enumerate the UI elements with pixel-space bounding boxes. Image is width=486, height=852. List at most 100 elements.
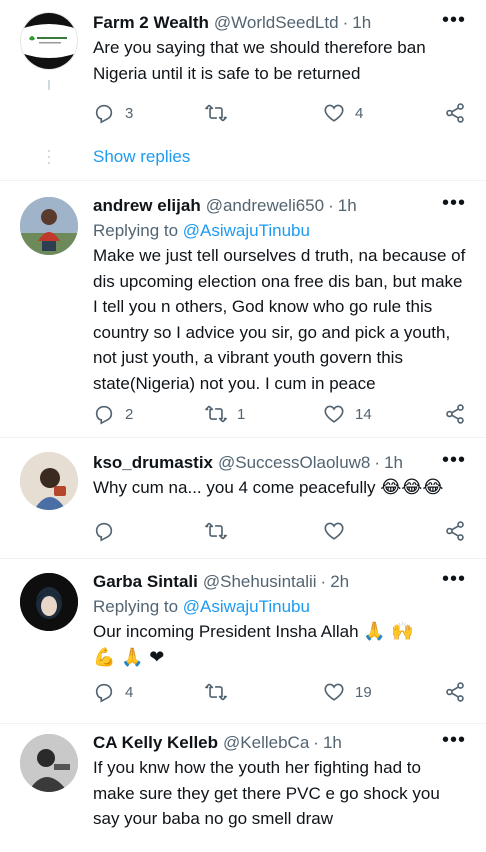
thread-line xyxy=(48,80,50,90)
like-button[interactable]: 4 xyxy=(323,102,363,124)
tweet-2[interactable]: andrew elijah @andreweli650 · 1h ••• Rep… xyxy=(0,181,486,438)
retweet-icon xyxy=(205,522,227,540)
share-button[interactable] xyxy=(444,403,466,425)
reply-button[interactable]: 4 xyxy=(93,681,133,703)
tweet-text-block: Our incoming President Insha Allah 🙏 🙌 💪… xyxy=(93,619,433,670)
show-replies-link[interactable]: Show replies xyxy=(93,147,190,167)
more-options-icon[interactable]: ••• xyxy=(442,10,466,30)
tweet-actions xyxy=(93,520,466,544)
user-handle[interactable]: @WorldSeedLtd xyxy=(214,12,339,34)
tweet-header: kso_drumastix @SuccessOlaoluw8 · 1h xyxy=(93,452,466,474)
share-icon xyxy=(446,404,464,424)
share-icon xyxy=(446,521,464,541)
heart-icon xyxy=(324,104,344,122)
display-name[interactable]: kso_drumastix xyxy=(93,452,213,474)
thread-dots xyxy=(48,150,50,152)
like-button[interactable]: 14 xyxy=(323,403,372,425)
tweet-5[interactable]: CA Kelly Kelleb @KellebCa · 1h ••• If yo… xyxy=(0,724,486,852)
farm2wealth-logo xyxy=(21,13,77,69)
share-button[interactable] xyxy=(444,681,466,703)
share-icon xyxy=(446,103,464,123)
like-count: 14 xyxy=(355,405,372,423)
replying-to-label: Replying to xyxy=(93,597,183,616)
tweet-header: andrew elijah @andreweli650 · 1h xyxy=(93,195,466,217)
separator: · xyxy=(342,13,349,32)
user-handle[interactable]: @Shehusintalii xyxy=(203,571,317,593)
tweet-3[interactable]: kso_drumastix @SuccessOlaoluw8 · 1h ••• … xyxy=(0,438,486,559)
mention-link[interactable]: @AsiwajuTinubu xyxy=(183,221,310,240)
like-count: 4 xyxy=(355,104,364,122)
replying-to-label: Replying to xyxy=(93,221,183,240)
user-handle[interactable]: @andreweli650 xyxy=(206,195,324,217)
tweet-1[interactable]: Farm 2 Wealth @WorldSeedLtd · 1h ••• Are… xyxy=(0,0,486,181)
share-button[interactable] xyxy=(444,102,466,124)
tweet-actions: 3 4 xyxy=(93,102,466,126)
timestamp[interactable]: 1h xyxy=(323,732,342,754)
heart-icon xyxy=(324,522,344,540)
tweet-header: Garba Sintali @Shehusintalii · 2h xyxy=(93,571,466,593)
avatar-photo xyxy=(20,452,78,510)
more-options-icon[interactable]: ••• xyxy=(442,730,466,750)
user-handle[interactable]: @SuccessOlaoluw8 xyxy=(218,452,370,474)
tweet-text: Are you saying that we should therefore … xyxy=(93,38,426,83)
share-icon xyxy=(446,682,464,702)
timestamp[interactable]: 1h xyxy=(338,195,357,217)
user-handle[interactable]: @KellebCa xyxy=(223,732,309,754)
retweet-button[interactable]: 1 xyxy=(205,403,245,425)
reply-count: 4 xyxy=(125,683,134,701)
more-options-icon[interactable]: ••• xyxy=(442,450,466,470)
like-button[interactable]: 19 xyxy=(323,681,372,703)
tweet-text-block: Why cum na... you 4 come peacefully 😂😂😂 xyxy=(93,475,466,501)
separator: · xyxy=(313,733,319,752)
like-count: 19 xyxy=(355,683,372,701)
avatar[interactable] xyxy=(20,573,78,631)
avatar-photo xyxy=(20,573,78,631)
avatar[interactable] xyxy=(20,197,78,255)
reply-icon xyxy=(95,405,113,425)
reply-button[interactable] xyxy=(93,520,115,542)
retweet-icon xyxy=(205,405,227,423)
thread-dots xyxy=(48,156,50,158)
avatar-photo xyxy=(20,734,78,792)
retweet-count: 1 xyxy=(237,405,246,423)
retweet-button[interactable] xyxy=(205,520,227,542)
retweet-icon xyxy=(205,104,227,122)
retweet-icon xyxy=(205,683,227,701)
retweet-button[interactable] xyxy=(205,681,227,703)
reply-button[interactable]: 3 xyxy=(93,102,133,124)
share-button[interactable] xyxy=(444,520,466,542)
tweet-text: If you knw how the youth her fighting ha… xyxy=(93,758,440,828)
avatar[interactable] xyxy=(20,734,78,792)
tweet-text: Make we just tell ourselves d truth, na … xyxy=(93,246,466,393)
heart-icon xyxy=(324,405,344,423)
tweet-text: Why cum na... you 4 come peacefully xyxy=(93,478,376,497)
retweet-button[interactable] xyxy=(205,102,237,124)
avatar[interactable] xyxy=(20,452,78,510)
timestamp[interactable]: 1h xyxy=(384,452,403,474)
avatar[interactable] xyxy=(20,12,78,70)
mention-link[interactable]: @AsiwajuTinubu xyxy=(183,597,310,616)
thread-dots xyxy=(48,162,50,164)
tweet-header: CA Kelly Kelleb @KellebCa · 1h xyxy=(93,732,466,754)
tweet-4[interactable]: Garba Sintali @Shehusintalii · 2h ••• Re… xyxy=(0,559,486,724)
tweet-header: Farm 2 Wealth @WorldSeedLtd · 1h xyxy=(93,12,466,34)
display-name[interactable]: Garba Sintali xyxy=(93,571,198,593)
reply-icon xyxy=(95,522,113,542)
display-name[interactable]: CA Kelly Kelleb xyxy=(93,732,218,754)
tweet-text: Our incoming President Insha Allah xyxy=(93,622,359,641)
more-options-icon[interactable]: ••• xyxy=(442,569,466,589)
heart-icon xyxy=(324,683,344,701)
more-options-icon[interactable]: ••• xyxy=(442,193,466,213)
replying-to: Replying to @AsiwajuTinubu xyxy=(93,596,466,618)
separator: · xyxy=(328,196,334,215)
display-name[interactable]: Farm 2 Wealth xyxy=(93,12,209,34)
avatar-photo xyxy=(20,197,78,255)
tweet-actions: 2 1 14 xyxy=(93,403,466,427)
timestamp[interactable]: 1h xyxy=(352,12,371,34)
timestamp[interactable]: 2h xyxy=(330,571,349,593)
reply-count: 3 xyxy=(125,104,134,122)
display-name[interactable]: andrew elijah xyxy=(93,195,201,217)
like-button[interactable] xyxy=(323,520,345,542)
reply-count: 2 xyxy=(125,405,134,423)
reply-button[interactable]: 2 xyxy=(93,403,133,425)
